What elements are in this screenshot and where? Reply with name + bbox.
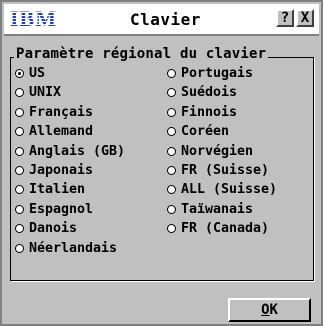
locale-option-label: Japonais <box>29 163 94 178</box>
radio-icon[interactable] <box>167 204 176 214</box>
locale-option[interactable]: Italien <box>15 182 85 198</box>
window-title: Clavier <box>130 10 201 29</box>
locale-option-label: Taïwanais <box>181 201 254 217</box>
locale-option[interactable]: ALL (Suisse) <box>167 182 277 198</box>
locale-option-label: Portugais <box>181 66 254 81</box>
locale-option-label: Anglais (GB) <box>29 143 126 159</box>
locale-option[interactable]: Finnois <box>167 105 237 121</box>
locale-option[interactable]: Français <box>15 105 93 121</box>
locale-option[interactable]: Allemand <box>15 124 93 140</box>
locale-option[interactable]: UNIX <box>15 85 61 101</box>
radio-icon[interactable] <box>15 146 24 156</box>
radio-icon[interactable] <box>167 127 176 137</box>
radio-icon[interactable] <box>15 166 24 175</box>
locale-option[interactable]: Espagnol <box>15 202 93 218</box>
group-legend: Paramètre régional du clavier <box>14 46 269 62</box>
ibm-logo: IBM <box>10 7 57 29</box>
radio-icon[interactable] <box>15 224 24 234</box>
locale-option-label: FR (Canada) <box>181 221 270 237</box>
radio-icon[interactable] <box>15 204 24 214</box>
title-bar: IBM Clavier ? X <box>4 4 319 36</box>
locale-option-label: Coréen <box>181 124 230 140</box>
locale-option[interactable]: Portugais <box>167 66 253 82</box>
locale-option[interactable]: Norvégien <box>167 144 253 160</box>
locale-option[interactable]: FR (Suisse) <box>167 163 269 179</box>
locale-option[interactable]: Néerlandais <box>15 241 117 257</box>
ok-button[interactable]: OK <box>228 298 311 322</box>
locale-option-label: ALL (Suisse) <box>181 182 278 198</box>
help-button[interactable]: ? <box>276 9 294 27</box>
locale-option-label: Norvégien <box>181 143 254 159</box>
locale-option[interactable]: Japonais <box>15 163 93 179</box>
radio-icon[interactable] <box>15 185 24 195</box>
locale-option-label: Danois <box>29 221 78 237</box>
radio-icon[interactable] <box>167 88 176 98</box>
locale-option[interactable]: Danois <box>15 221 77 237</box>
locale-option[interactable]: Coréen <box>167 124 229 140</box>
radio-icon[interactable] <box>167 166 176 175</box>
radio-icon[interactable] <box>167 107 176 117</box>
radio-icon[interactable] <box>167 224 176 234</box>
locale-option-label: UNIX <box>29 85 62 101</box>
close-button[interactable]: X <box>296 9 314 27</box>
locale-option[interactable]: Anglais (GB) <box>15 144 125 160</box>
radio-icon[interactable] <box>15 107 24 117</box>
locale-option[interactable]: Suédois <box>167 85 237 101</box>
ok-label-mnemonic: O <box>261 302 270 318</box>
radio-icon[interactable] <box>167 185 176 195</box>
radio-icon[interactable] <box>167 146 176 156</box>
locale-option-label: Suédois <box>181 85 238 101</box>
locale-option[interactable]: US <box>15 66 45 82</box>
locale-option-label: US <box>29 66 46 81</box>
locale-option-label: FR (Suisse) <box>181 163 270 178</box>
radio-icon[interactable] <box>15 88 24 98</box>
radio-icon[interactable] <box>15 243 24 253</box>
radio-icon[interactable] <box>167 69 176 78</box>
radio-icon[interactable] <box>15 127 24 137</box>
locale-option-label: Finnois <box>181 104 238 120</box>
locale-option-label: Néerlandais <box>29 240 118 256</box>
locale-option-label: Italien <box>29 182 86 198</box>
radio-icon[interactable] <box>15 69 24 78</box>
ok-label-rest: K <box>269 302 278 318</box>
locale-option-label: Français <box>29 104 94 120</box>
locale-option[interactable]: Taïwanais <box>167 202 253 218</box>
locale-option-label: Espagnol <box>29 201 94 217</box>
locale-option-label: Allemand <box>29 124 94 140</box>
svg-text:IBM: IBM <box>10 7 57 29</box>
locale-option[interactable]: FR (Canada) <box>167 221 269 237</box>
keyboard-dialog: IBM Clavier ? X Paramètre régional du cl… <box>0 0 323 326</box>
